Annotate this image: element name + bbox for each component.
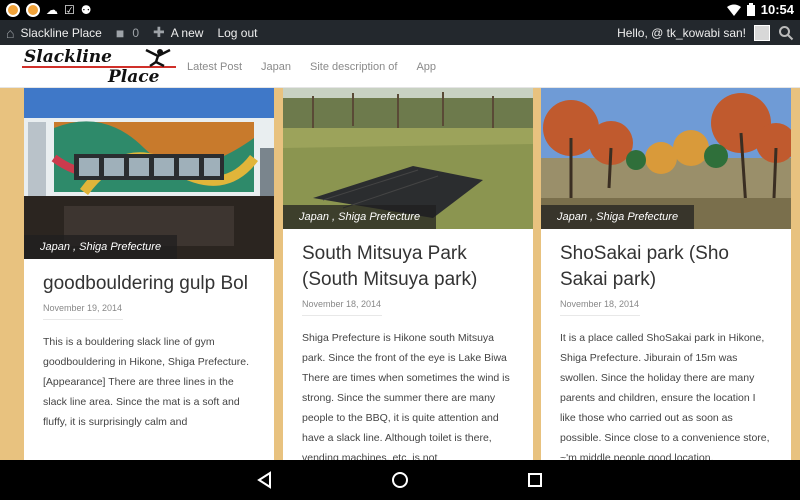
- post-card[interactable]: Japan , Shiga Prefecture ShoSakai park (…: [541, 88, 791, 460]
- nav-item-app[interactable]: App: [416, 61, 436, 73]
- notification-app-icon: [6, 3, 20, 17]
- post-thumbnail[interactable]: Japan , Shiga Prefecture: [541, 88, 791, 229]
- battery-icon: [746, 3, 755, 16]
- post-category-tag[interactable]: Japan , Shiga Prefecture: [24, 235, 178, 259]
- post-date: November 18, 2014: [560, 299, 640, 316]
- nav-item-japan[interactable]: Japan: [261, 61, 291, 73]
- comment-icon: ■: [115, 24, 125, 41]
- search-icon[interactable]: [778, 25, 794, 41]
- post-category-tag[interactable]: Japan , Shiga Prefecture: [283, 205, 437, 229]
- post-excerpt: This is a bouldering slack line of gym g…: [43, 336, 250, 428]
- android-icon: ⚉: [80, 3, 92, 17]
- notification-icons: ☁ ☑ ⚉: [6, 3, 92, 17]
- post-date: November 18, 2014: [302, 299, 382, 316]
- admin-bar: ⌂ Slackline Place ■ 0 ✚ A new Log out He…: [0, 20, 800, 45]
- comments-link[interactable]: ■ 0: [116, 20, 139, 45]
- navigation-bar: [0, 460, 800, 500]
- dashboard-icon: ⌂: [6, 24, 15, 41]
- logout-label: Log out: [217, 25, 258, 40]
- post-card[interactable]: Japan , Shiga Prefecture goodbouldering …: [24, 88, 274, 460]
- post-thumbnail[interactable]: Japan , Shiga Prefecture: [24, 88, 274, 259]
- post-excerpt: It is a place called ShoSakai park in Hi…: [560, 332, 770, 460]
- nav-item-latest-post[interactable]: Latest Post: [187, 61, 242, 73]
- plus-icon: ✚: [153, 24, 165, 40]
- wifi-icon: [726, 4, 741, 16]
- logo-text-line2: Place: [108, 67, 160, 87]
- nav-item-site-description[interactable]: Site description of: [310, 61, 397, 73]
- site-header: Slackline Place Latest Post Japan Site d…: [0, 45, 800, 88]
- user-greeting[interactable]: Hello, @ tk_kowabi san!: [617, 26, 746, 40]
- logout-link[interactable]: Log out: [217, 20, 257, 45]
- clipboard-check-icon: ☑: [64, 3, 75, 17]
- home-icon[interactable]: [390, 470, 410, 490]
- site-home-link[interactable]: ⌂ Slackline Place: [6, 20, 102, 45]
- post-thumbnail[interactable]: Japan , Shiga Prefecture: [283, 88, 533, 229]
- post-category-tag[interactable]: Japan , Shiga Prefecture: [541, 205, 695, 229]
- site-name: Slackline Place: [20, 25, 102, 40]
- post-title[interactable]: ShoSakai park (Sho Sakai park): [560, 241, 772, 293]
- post-title[interactable]: South Mitsuya Park (South Mitsuya park): [302, 241, 514, 293]
- building-mural-photo: [24, 88, 274, 259]
- comments-count: 0: [132, 25, 139, 40]
- post-title[interactable]: goodbouldering gulp Bol: [43, 271, 255, 297]
- site-logo[interactable]: Slackline Place: [22, 47, 180, 87]
- post-card[interactable]: Japan , Shiga Prefecture South Mitsuya P…: [283, 88, 533, 460]
- notification-app-icon: [26, 3, 40, 17]
- avatar[interactable]: [754, 24, 770, 41]
- post-date: November 19, 2014: [43, 303, 123, 320]
- post-excerpt: Shiga Prefecture is Hikone south Mitsuya…: [302, 332, 510, 460]
- status-bar: ☁ ☑ ⚉ 10:54: [0, 0, 800, 20]
- new-content-link[interactable]: ✚ A new: [153, 20, 203, 45]
- recents-icon[interactable]: [525, 470, 545, 490]
- logo-text-line1: Slackline: [24, 47, 112, 67]
- clock: 10:54: [760, 2, 794, 17]
- back-icon[interactable]: [255, 470, 275, 490]
- cloud-check-icon: ☁: [46, 3, 58, 17]
- main-navigation: Latest Post Japan Site description of Ap…: [187, 45, 455, 88]
- new-label: A new: [170, 25, 204, 40]
